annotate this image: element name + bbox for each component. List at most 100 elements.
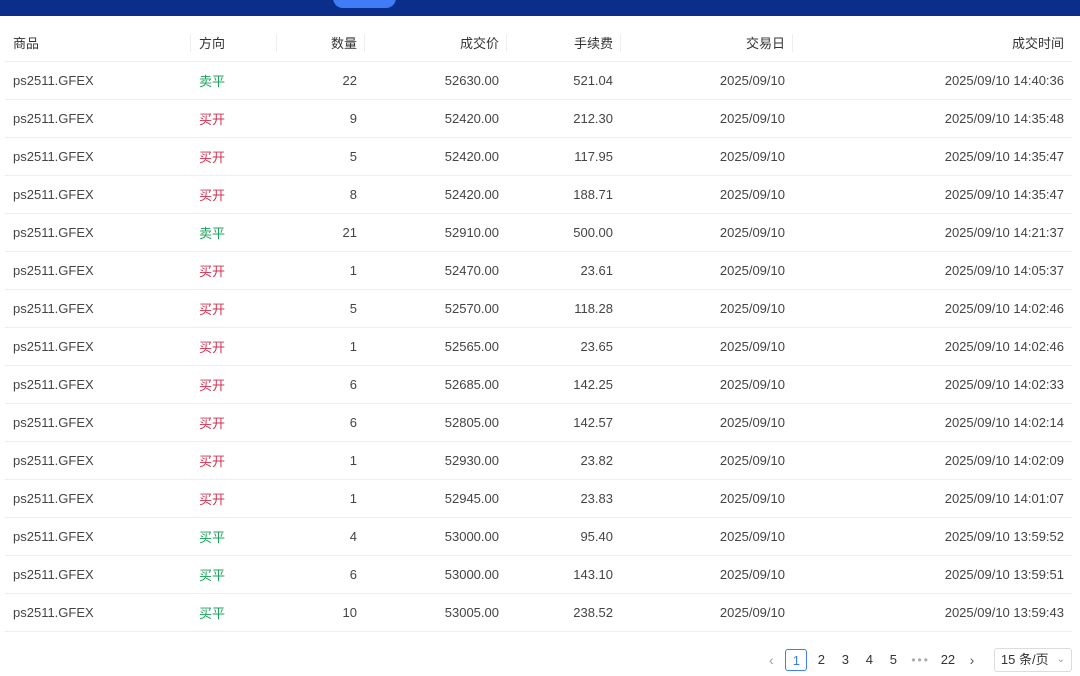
cell-trade-date: 2025/09/10 [621,517,793,556]
cell-direction: 买开 [191,479,277,518]
page-ellipsis[interactable]: ••• [907,653,934,667]
cell-trade-time: 2025/09/10 14:02:14 [793,403,1072,442]
page-4-button[interactable]: 4 [859,649,879,671]
header-price[interactable]: 成交价 [365,24,507,62]
cell-quantity: 1 [277,327,365,366]
cell-quantity: 5 [277,289,365,328]
cell-trade-time: 2025/09/10 14:05:37 [793,251,1072,290]
cell-direction: 卖平 [191,213,277,252]
table-row[interactable]: ps2511.GFEX 买平 6 53000.00 143.10 2025/09/10 20… [5,555,1072,594]
cell-fee: 117.95 [507,137,621,176]
cell-quantity: 6 [277,365,365,404]
table-row[interactable]: ps2511.GFEX 买开 1 52470.00 23.61 2025/09/10 202… [5,251,1072,290]
cell-product: ps2511.GFEX [5,289,191,328]
cell-fee: 143.10 [507,555,621,594]
table-row[interactable]: ps2511.GFEX 买开 1 52945.00 23.83 2025/09/10 202… [5,479,1072,518]
table-row[interactable]: ps2511.GFEX 卖平 21 52910.00 500.00 2025/09/10 2… [5,213,1072,252]
chevron-right-icon[interactable]: › [962,652,982,668]
cell-product: ps2511.GFEX [5,403,191,442]
cell-trade-date: 2025/09/10 [621,251,793,290]
cell-price: 52630.00 [365,61,507,100]
cell-quantity: 5 [277,137,365,176]
header-quantity[interactable]: 数量 [277,24,365,62]
cell-trade-date: 2025/09/10 [621,213,793,252]
cell-price: 52420.00 [365,99,507,138]
page-1-button[interactable]: 1 [785,649,808,671]
table-row[interactable]: ps2511.GFEX 买开 9 52420.00 212.30 2025/09/10 20… [5,99,1072,138]
cell-product: ps2511.GFEX [5,593,191,632]
cell-fee: 23.83 [507,479,621,518]
cell-fee: 23.61 [507,251,621,290]
cell-quantity: 9 [277,99,365,138]
cell-product: ps2511.GFEX [5,365,191,404]
cell-trade-time: 2025/09/10 13:59:51 [793,555,1072,594]
cell-direction: 买开 [191,175,277,214]
header-fee[interactable]: 手续费 [507,24,621,62]
table-row[interactable]: ps2511.GFEX 买开 6 52805.00 142.57 2025/09/10 20… [5,403,1072,442]
cell-trade-time: 2025/09/10 13:59:43 [793,593,1072,632]
cell-product: ps2511.GFEX [5,555,191,594]
cell-price: 52565.00 [365,327,507,366]
cell-quantity: 4 [277,517,365,556]
page-2-button[interactable]: 2 [811,649,831,671]
cell-trade-date: 2025/09/10 [621,593,793,632]
table-row[interactable]: ps2511.GFEX 买平 10 53005.00 238.52 2025/09/10 2… [5,593,1072,632]
active-tab-indicator[interactable] [333,0,396,8]
pagination: ‹ 1 2 3 4 5 ••• 22 › 15 条/页 ⌄ [761,648,1072,672]
cell-price: 52930.00 [365,441,507,480]
cell-price: 52910.00 [365,213,507,252]
page-5-button[interactable]: 5 [883,649,903,671]
cell-product: ps2511.GFEX [5,61,191,100]
cell-quantity: 1 [277,441,365,480]
page-size-select[interactable]: 15 条/页 ⌄ [993,648,1072,672]
cell-trade-time: 2025/09/10 14:01:07 [793,479,1072,518]
cell-trade-date: 2025/09/10 [621,327,793,366]
header-product[interactable]: 商品 [5,24,191,62]
cell-direction: 买开 [191,289,277,328]
cell-price: 52470.00 [365,251,507,290]
cell-trade-date: 2025/09/10 [621,403,793,442]
table-row[interactable]: ps2511.GFEX 买开 5 52420.00 117.95 2025/09/10 20… [5,137,1072,176]
cell-quantity: 1 [277,479,365,518]
header-direction[interactable]: 方向 [191,24,277,62]
cell-trade-time: 2025/09/10 14:02:46 [793,327,1072,366]
cell-direction: 买平 [191,517,277,556]
cell-trade-date: 2025/09/10 [621,365,793,404]
cell-fee: 118.28 [507,289,621,328]
cell-quantity: 6 [277,403,365,442]
page-size-label: 15 条/页 [1000,652,1049,667]
table-body: ps2511.GFEX 卖平 22 52630.00 521.04 2025/09/10 2… [5,61,1072,632]
table-row[interactable]: ps2511.GFEX 买开 6 52685.00 142.25 2025/09/10 20… [5,365,1072,404]
cell-trade-time: 2025/09/10 14:21:37 [793,213,1072,252]
top-nav-bar [0,0,1080,16]
cell-fee: 500.00 [507,213,621,252]
chevron-left-icon[interactable]: ‹ [761,652,781,668]
cell-trade-date: 2025/09/10 [621,441,793,480]
cell-direction: 买平 [191,593,277,632]
cell-trade-date: 2025/09/10 [621,175,793,214]
cell-product: ps2511.GFEX [5,327,191,366]
cell-direction: 买开 [191,365,277,404]
cell-price: 52805.00 [365,403,507,442]
table-row[interactable]: ps2511.GFEX 买开 1 52565.00 23.65 2025/09/10 202… [5,327,1072,366]
cell-price: 53005.00 [365,593,507,632]
header-trade-time[interactable]: 成交时间 [793,24,1072,62]
header-trade-date[interactable]: 交易日 [621,24,793,62]
table-row[interactable]: ps2511.GFEX 买开 8 52420.00 188.71 2025/09/10 20… [5,175,1072,214]
table-row[interactable]: ps2511.GFEX 买开 5 52570.00 118.28 2025/09/10 20… [5,289,1072,328]
table-row[interactable]: ps2511.GFEX 买开 1 52930.00 23.82 2025/09/10 202… [5,441,1072,480]
cell-trade-date: 2025/09/10 [621,555,793,594]
table-row[interactable]: ps2511.GFEX 买平 4 53000.00 95.40 2025/09/10 202… [5,517,1072,556]
cell-price: 52570.00 [365,289,507,328]
cell-price: 53000.00 [365,517,507,556]
cell-product: ps2511.GFEX [5,517,191,556]
page-last-button[interactable]: 22 [938,649,958,671]
cell-quantity: 6 [277,555,365,594]
cell-fee: 521.04 [507,61,621,100]
page-3-button[interactable]: 3 [835,649,855,671]
cell-price: 52420.00 [365,137,507,176]
cell-product: ps2511.GFEX [5,99,191,138]
cell-product: ps2511.GFEX [5,175,191,214]
table-row[interactable]: ps2511.GFEX 卖平 22 52630.00 521.04 2025/09/10 2… [5,61,1072,100]
cell-price: 52685.00 [365,365,507,404]
